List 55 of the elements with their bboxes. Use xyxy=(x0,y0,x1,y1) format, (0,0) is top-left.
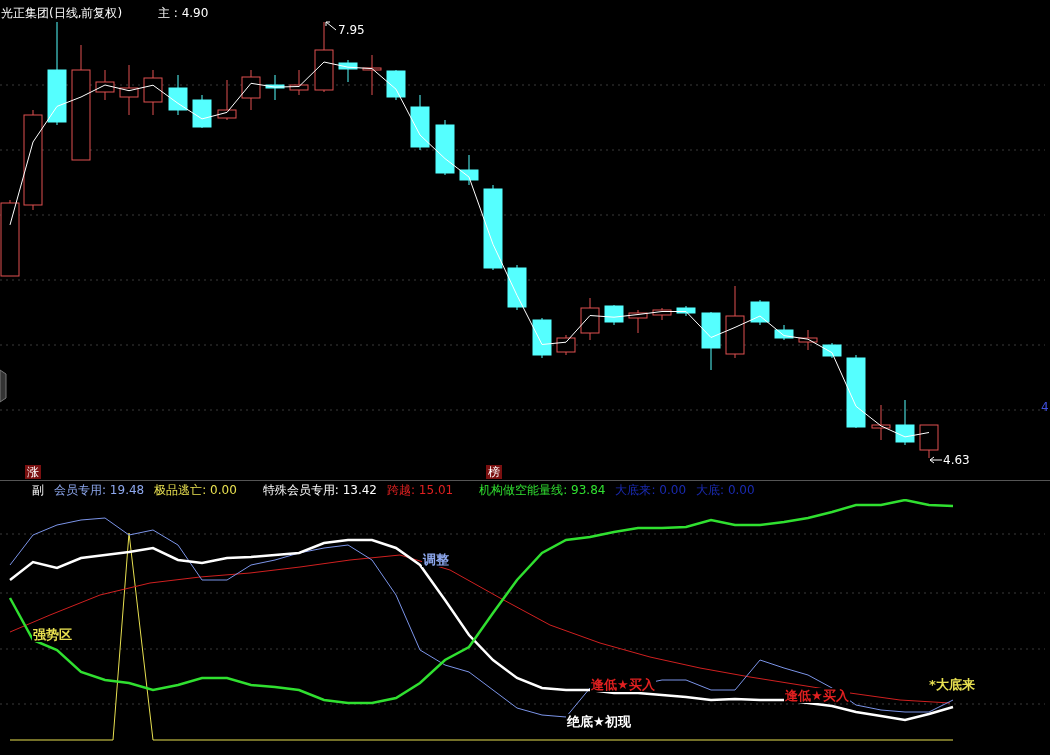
chart-annotation: 绝底★初现 xyxy=(566,714,632,729)
low-price-label: 4.63 xyxy=(943,453,970,467)
candlestick xyxy=(410,94,430,151)
candlestick xyxy=(676,305,696,317)
signal-tag: 涨 xyxy=(25,465,41,479)
candlestick xyxy=(192,94,212,129)
candlestick xyxy=(386,69,406,101)
candlestick xyxy=(895,399,915,446)
candlestick xyxy=(604,304,624,326)
legend-item: 会员专用: 19.48 xyxy=(54,481,145,499)
legend-item: 大底: 0.00 xyxy=(696,481,755,499)
chart-annotation: 调整 xyxy=(422,552,450,567)
candlestick xyxy=(798,329,818,351)
chart-annotation: 逢低★买入 xyxy=(784,688,850,703)
arrow-icon xyxy=(325,21,337,31)
signal-tag: 榜 xyxy=(486,465,502,479)
legend-item: 跨越: 15.01 xyxy=(387,481,454,499)
axis-label: 4 xyxy=(1041,400,1049,414)
high-price-label: 7.95 xyxy=(338,23,365,37)
candlestick xyxy=(532,317,552,359)
candlestick xyxy=(289,69,309,96)
candlestick xyxy=(265,74,285,101)
arrow-icon xyxy=(929,456,943,464)
price-label: 主 : 4.90 xyxy=(158,6,209,20)
candlestick xyxy=(507,264,527,311)
candlestick xyxy=(362,54,382,96)
candlestick xyxy=(652,307,672,321)
candlestick xyxy=(459,154,479,186)
candlestick xyxy=(822,342,842,359)
legend-item: 大底来: 0.00 xyxy=(615,481,687,499)
candlestick xyxy=(314,21,334,93)
legend-item: 机构做空能量线: 93.84 xyxy=(479,481,606,499)
candlestick xyxy=(119,64,139,116)
candlestick xyxy=(241,69,261,111)
candlestick xyxy=(338,59,358,83)
legend-item: 极品逃亡: 0.00 xyxy=(154,481,237,499)
chart-annotation: 强势区 xyxy=(32,627,73,642)
candlestick xyxy=(95,69,115,101)
candlestick xyxy=(217,79,237,121)
chart-title: 光正集团(日线,前复权) xyxy=(1,6,123,20)
candlestick xyxy=(871,404,891,441)
chart-annotation: *大底来 xyxy=(928,677,976,692)
candlestick xyxy=(580,297,600,341)
candlestick xyxy=(701,311,721,371)
indicator-label: 副 xyxy=(32,481,44,499)
candlestick xyxy=(435,119,455,176)
candlestick xyxy=(919,424,939,459)
candlestick xyxy=(143,69,163,116)
candlestick xyxy=(168,74,188,116)
candlestick xyxy=(774,324,794,341)
chart-annotation: 逢低★买入 xyxy=(590,677,656,692)
candlestick xyxy=(628,309,648,334)
candlestick xyxy=(556,334,576,356)
legend-item: 特殊会员专用: 13.42 xyxy=(262,481,377,499)
candlestick xyxy=(750,299,770,326)
